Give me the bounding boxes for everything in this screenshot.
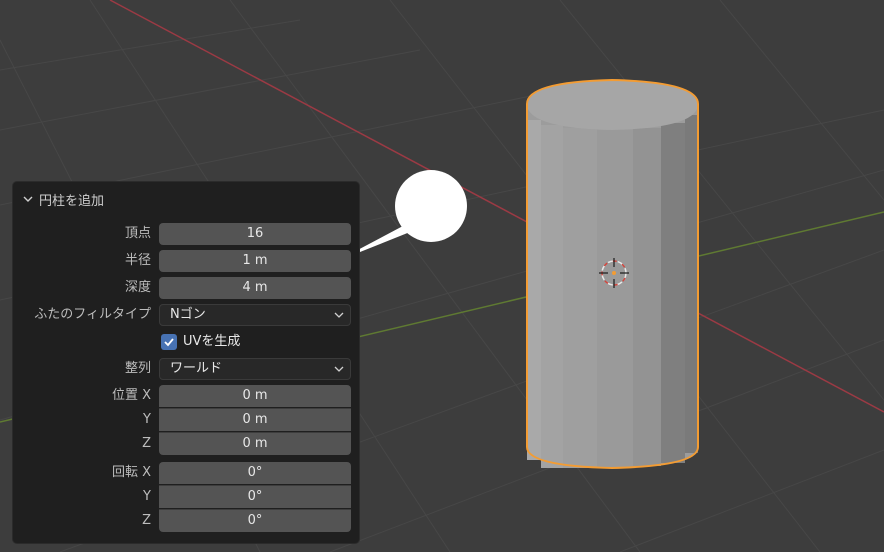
rotation-z-field[interactable]: 0° (159, 510, 351, 532)
location-x-label: 位置 X (111, 388, 151, 403)
generate-uv-row: UVを生成 (13, 332, 361, 354)
location-x-field[interactable]: 0 m (159, 385, 351, 407)
cap-fill-select[interactable]: Nゴン (159, 304, 351, 326)
rotation-z-row: Z 0° (13, 510, 361, 532)
rotation-x-field[interactable]: 0° (159, 462, 351, 484)
rotation-x-row: 回転 X 0° (13, 462, 361, 484)
rotation-y-row: Y 0° (13, 486, 361, 508)
checkmark-icon (164, 338, 174, 347)
rotation-x-label: 回転 X (111, 465, 151, 480)
cap-fill-row: ふたのフィルタイプ Nゴン (13, 304, 361, 326)
location-z-row: Z 0 m (13, 433, 361, 455)
add-cylinder-operator-panel: 円柱を追加 頂点 16 半径 1 m 深度 4 m ふたのフィルタイプ Nゴン … (12, 181, 360, 544)
vertices-label: 頂点 (124, 226, 151, 241)
location-y-row: Y 0 m (13, 409, 361, 431)
radius-label: 半径 (124, 253, 151, 268)
generate-uv-checkbox[interactable] (161, 334, 177, 350)
cap-fill-label: ふたのフィルタイプ (34, 307, 151, 322)
vertices-row: 頂点 16 (13, 223, 361, 245)
location-z-label: Z (142, 436, 151, 451)
panel-header[interactable]: 円柱を追加 (21, 190, 105, 209)
panel-title: 円柱を追加 (39, 193, 105, 209)
depth-field[interactable]: 4 m (159, 277, 351, 299)
chevron-down-icon (334, 366, 344, 372)
radius-row: 半径 1 m (13, 250, 361, 272)
location-y-field[interactable]: 0 m (159, 409, 351, 431)
cap-fill-value: Nゴン (170, 307, 206, 322)
align-row: 整列 ワールド (13, 358, 361, 380)
chevron-down-icon (334, 312, 344, 318)
rotation-y-field[interactable]: 0° (159, 486, 351, 508)
depth-label: 深度 (124, 280, 151, 295)
generate-uv-label[interactable]: UVを生成 (183, 332, 240, 352)
depth-row: 深度 4 m (13, 277, 361, 299)
location-y-label: Y (143, 412, 151, 427)
vertices-field[interactable]: 16 (159, 223, 351, 245)
rotation-z-label: Z (142, 513, 151, 528)
align-value: ワールド (170, 361, 223, 376)
location-z-field[interactable]: 0 m (159, 433, 351, 455)
align-select[interactable]: ワールド (159, 358, 351, 380)
align-label: 整列 (124, 361, 151, 376)
chevron-down-icon (23, 196, 33, 202)
location-x-row: 位置 X 0 m (13, 385, 361, 407)
rotation-y-label: Y (143, 489, 151, 504)
radius-field[interactable]: 1 m (159, 250, 351, 272)
